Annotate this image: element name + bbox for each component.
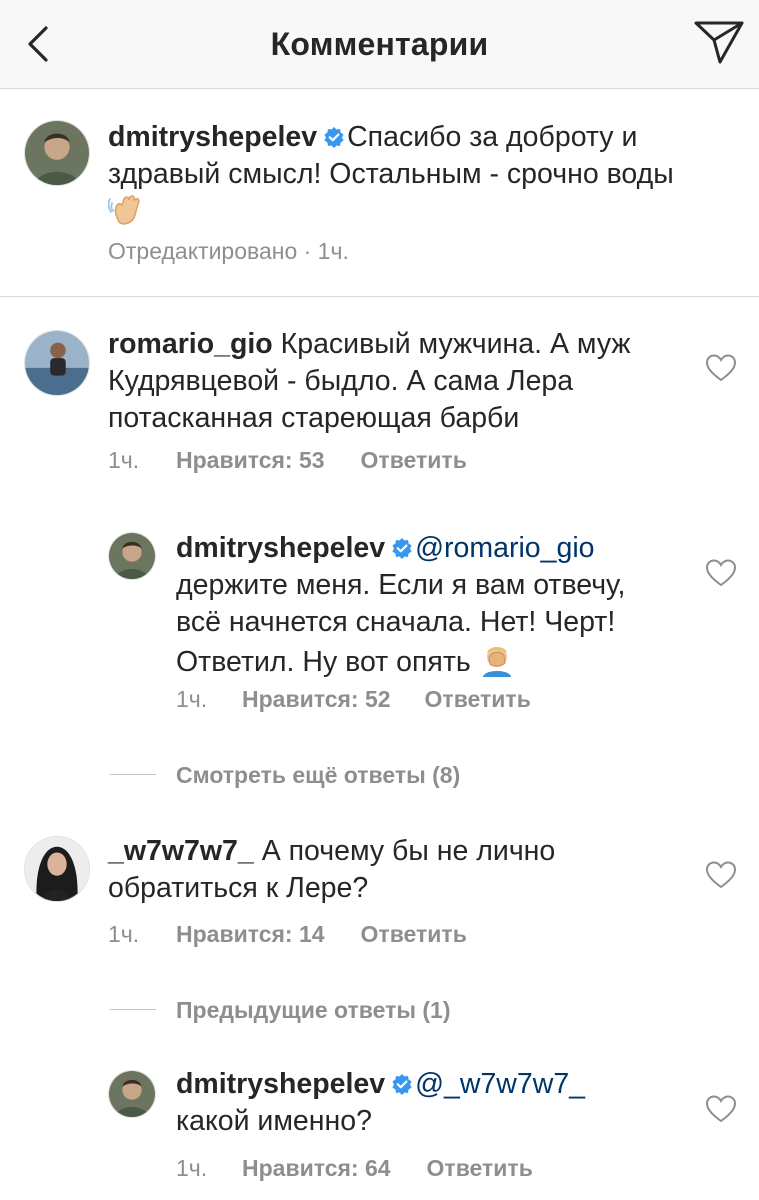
post-caption: dmitryshepelev Спасибо за доброту и здрав…: [0, 90, 759, 297]
comment-text: romario_gio Красивый мужчина. А муж Кудр…: [108, 328, 631, 434]
reply-button[interactable]: Ответить: [361, 921, 467, 948]
likes-count[interactable]: Нравится: 64: [242, 1155, 391, 1182]
reply-button[interactable]: Ответить: [427, 1155, 533, 1182]
like-heart-icon[interactable]: [705, 861, 737, 889]
top-bar: Комментарии: [0, 0, 759, 89]
comment-username[interactable]: _w7w7w7_: [108, 835, 254, 867]
previous-replies-button[interactable]: Предыдущие ответы (1): [176, 997, 450, 1024]
reply-text: dmitryshepelev @romario_gio держите меня.…: [176, 530, 706, 687]
reply-text: dmitryshepelev @_w7w7w7_ какой именно?: [176, 1068, 586, 1137]
reply-username[interactable]: dmitryshepelev: [176, 1068, 385, 1100]
page-title: Комментарии: [270, 25, 489, 62]
reply-time: 1ч.: [176, 1155, 208, 1181]
verified-badge-icon: [391, 1068, 413, 1095]
caption-edited: Отредактировано · 1ч.: [108, 238, 349, 264]
avatar[interactable]: [24, 120, 90, 186]
likes-count[interactable]: Нравится: 14: [176, 921, 325, 948]
reply-meta: 1ч. Нравится: 52 Ответить: [176, 686, 531, 713]
reply-meta: 1ч. Нравится: 64 Ответить: [176, 1155, 533, 1182]
verified-badge-icon: [323, 121, 345, 148]
mention-link[interactable]: @_w7w7w7_: [415, 1068, 585, 1100]
back-icon[interactable]: [24, 22, 56, 66]
waving-hand-icon: [107, 193, 148, 239]
like-heart-icon[interactable]: [705, 1095, 737, 1123]
avatar[interactable]: [108, 532, 156, 580]
direct-send-icon[interactable]: [693, 18, 745, 66]
verified-badge-icon: [391, 532, 413, 559]
caption-text: dmitryshepelev Спасибо за доброту и здрав…: [107, 119, 748, 239]
like-heart-icon[interactable]: [705, 559, 737, 587]
comment-meta: 1ч. Нравится: 53 Ответить: [108, 447, 467, 474]
avatar[interactable]: [24, 836, 90, 902]
comment-text: _w7w7w7_ А почему бы не лично обратиться…: [108, 835, 556, 904]
facepalm-icon: [479, 641, 515, 687]
reply-time: 1ч.: [176, 686, 208, 712]
replies-divider-line: [110, 774, 156, 775]
likes-count[interactable]: Нравится: 53: [176, 447, 325, 474]
caption-username[interactable]: dmitryshepelev: [108, 121, 317, 153]
like-heart-icon[interactable]: [705, 354, 737, 382]
reply-button[interactable]: Ответить: [361, 447, 467, 474]
reply-button[interactable]: Ответить: [425, 686, 531, 713]
mention-link[interactable]: @romario_gio: [415, 532, 594, 564]
avatar[interactable]: [24, 330, 90, 396]
replies-divider-line: [110, 1009, 156, 1010]
comment-time: 1ч.: [108, 447, 140, 473]
reply-username[interactable]: dmitryshepelev: [176, 532, 385, 564]
comment-username[interactable]: romario_gio: [108, 328, 273, 360]
comment-meta: 1ч. Нравится: 14 Ответить: [108, 921, 467, 948]
comment-time: 1ч.: [108, 921, 140, 947]
view-more-replies-button[interactable]: Смотреть ещё ответы (8): [176, 762, 460, 789]
avatar[interactable]: [108, 1070, 156, 1118]
likes-count[interactable]: Нравится: 52: [242, 686, 391, 713]
